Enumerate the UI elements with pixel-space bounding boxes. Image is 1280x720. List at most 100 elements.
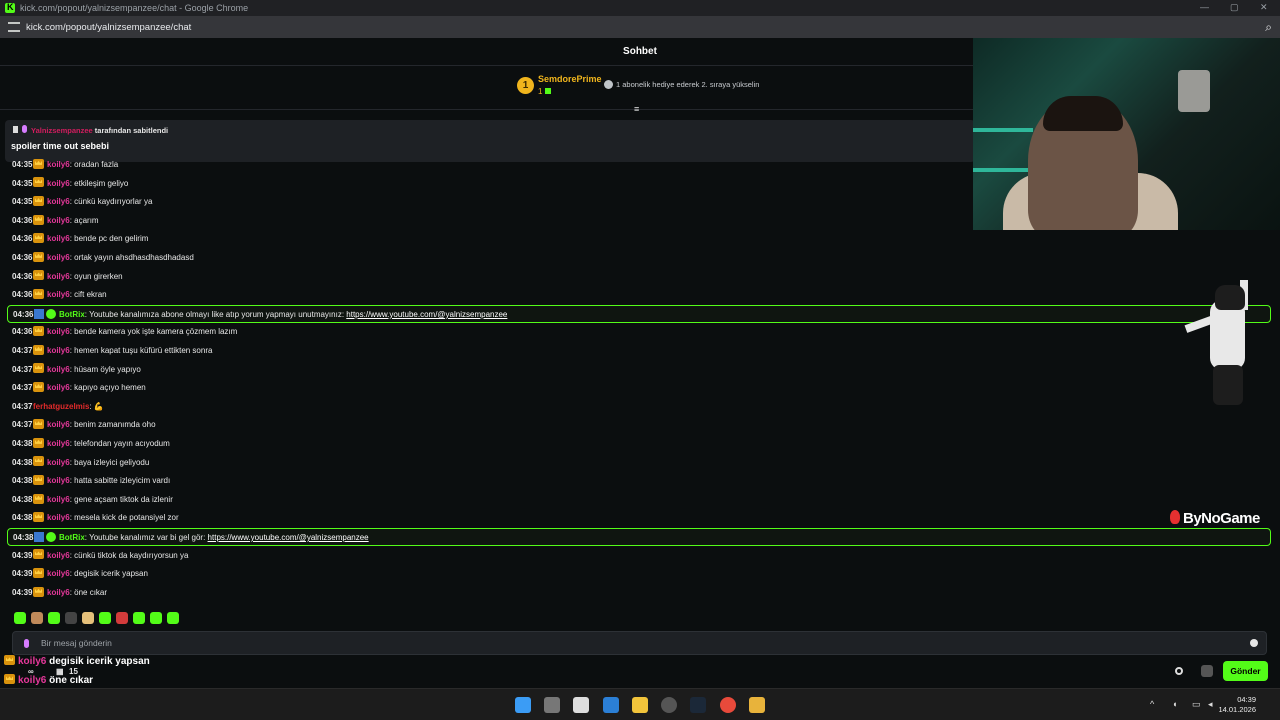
app-icon[interactable] <box>661 697 677 713</box>
emote-icon[interactable] <box>116 612 128 624</box>
microphone-icon[interactable]: ◖ <box>1172 699 1177 709</box>
message-body: koily6: hemen kapat tuşu küfürü ettikten… <box>33 342 212 360</box>
start-menu-icon[interactable] <box>515 697 531 713</box>
message-link[interactable]: https://www.youtube.com/@yalnizsempanzee <box>346 310 507 319</box>
message-username[interactable]: koily6 <box>47 272 70 281</box>
bynogame-watermark: ByNoGame <box>1170 510 1260 527</box>
message-username[interactable]: koily6 <box>47 420 70 429</box>
emote-icon[interactable] <box>31 612 43 624</box>
message-body: koily6: hüsam öyle yapıyo <box>33 361 141 379</box>
chat-message-row[interactable]: 04:37 koily6: kapıyo açıyo hemen <box>0 379 1280 397</box>
chat-message-row[interactable]: 04:39 koily6: degisik icerik yapsan <box>0 565 1280 583</box>
app-icon[interactable] <box>573 697 589 713</box>
chat-settings-icon[interactable] <box>1175 667 1183 675</box>
minimize-icon[interactable]: — <box>1200 2 1209 12</box>
chat-message-row[interactable]: 04:38 koily6: gene açsam tiktok da izleni… <box>0 491 1280 509</box>
message-username[interactable]: koily6 <box>47 365 70 374</box>
bot-message-row[interactable]: 04:36 BotRix: Youtube kanalımıza abone ol… <box>7 304 1271 324</box>
message-username[interactable]: BotRix <box>59 533 85 542</box>
message-username[interactable]: ferhatguzelmis <box>33 402 89 411</box>
chat-message-row[interactable]: 04:38 koily6: mesela kick de potansiyel z… <box>0 509 1280 527</box>
chat-message-row[interactable]: 04:38 koily6: baya izleyici geliyodu <box>0 454 1280 472</box>
chat-message-row[interactable]: 04:36 koily6: bende kamera yok işte kamer… <box>0 323 1280 341</box>
emote-icon[interactable] <box>82 612 94 624</box>
message-body: koily6: açarım <box>33 212 99 230</box>
message-username[interactable]: koily6 <box>47 197 70 206</box>
emote-icon[interactable] <box>48 612 60 624</box>
steam-icon[interactable] <box>690 697 706 713</box>
chat-input[interactable]: Bir mesaj gönderin <box>12 631 1267 655</box>
message-username[interactable]: koily6 <box>47 476 70 485</box>
message-username[interactable]: koily6 <box>47 495 70 504</box>
message-username[interactable]: koily6 <box>47 513 70 522</box>
subscriber-badge-icon <box>33 475 44 486</box>
app-icon[interactable] <box>603 697 619 713</box>
maximize-icon[interactable]: ▢ <box>1230 2 1239 13</box>
expand-chevron-icon[interactable]: ≡ <box>634 104 639 114</box>
zoom-icon[interactable]: ⌕ <box>1265 20 1272 35</box>
chat-message-row[interactable]: 04:36 koily6: cift ekran <box>0 286 1280 304</box>
chat-message-row[interactable]: 04:38 koily6: hatta sabitte izleyicim var… <box>0 472 1280 490</box>
emote-icon[interactable] <box>133 612 145 624</box>
bot-message-row[interactable]: 04:38 BotRix: Youtube kanalımız var bi ge… <box>7 528 1271 546</box>
message-username[interactable]: koily6 <box>47 439 70 448</box>
message-username[interactable]: koily6 <box>47 160 70 169</box>
emote-icon[interactable] <box>14 612 26 624</box>
message-username[interactable]: koily6 <box>47 234 70 243</box>
task-view-icon[interactable] <box>544 697 560 713</box>
message-username[interactable]: BotRix <box>59 310 85 319</box>
emote-bar[interactable] <box>14 612 179 626</box>
message-body: BotRix: Youtube kanalımıza abone olmayı … <box>34 306 507 324</box>
chat-message-row[interactable]: 04:39 koily6: cünkü tiktok da kaydırıyors… <box>0 547 1280 565</box>
pinned-by-user[interactable]: Yalnizsempanzee <box>31 126 93 135</box>
chat-message-row[interactable]: 04:39 koily6: öne cıkar <box>0 584 1280 602</box>
message-username[interactable]: koily6 <box>47 253 70 262</box>
subscriber-badge-icon <box>33 363 44 374</box>
app-icon[interactable] <box>749 697 765 713</box>
message-username[interactable]: koily6 <box>47 216 70 225</box>
emote-settings-icon[interactable] <box>1201 665 1213 677</box>
pinned-message[interactable]: Yalnizsempanzee tarafından sabitlendi sp… <box>5 120 975 162</box>
cat-legs <box>1213 365 1243 405</box>
message-username[interactable]: koily6 <box>47 179 70 188</box>
chat-message-row[interactable]: 04:37 koily6: benim zamanımda oho <box>0 416 1280 434</box>
message-time: 04:37 <box>12 383 33 393</box>
message-username[interactable]: koily6 <box>47 588 70 597</box>
emoji-picker-icon[interactable] <box>1250 639 1258 647</box>
gifter-name[interactable]: SemdorePrime <box>538 74 602 84</box>
emote-icon[interactable] <box>150 612 162 624</box>
chat-message-row[interactable]: 04:36 koily6: oyun girerken <box>0 268 1280 286</box>
send-button[interactable]: Gönder <box>1223 661 1268 681</box>
chat-message-row[interactable]: 04:37 koily6: hüsam öyle yapıyo <box>0 361 1280 379</box>
message-username[interactable]: koily6 <box>47 458 70 467</box>
chat-message-row[interactable]: 04:36 koily6: bende pc den gelirim <box>0 230 1280 248</box>
chrome-icon[interactable] <box>720 697 736 713</box>
close-icon[interactable]: ✕ <box>1260 2 1268 13</box>
chat-message-row[interactable]: 04:37 koily6: hemen kapat tuşu küfürü ett… <box>0 342 1280 360</box>
message-username[interactable]: koily6 <box>47 569 70 578</box>
emote-icon[interactable] <box>99 612 111 624</box>
message-username[interactable]: koily6 <box>47 327 70 336</box>
url-text[interactable]: kick.com/popout/yalnizsempanzee/chat <box>26 22 191 33</box>
site-settings-icon[interactable] <box>8 22 20 32</box>
chat-message-row[interactable]: 04:38 koily6: telefondan yayın acıyodum <box>0 435 1280 453</box>
emote-icon[interactable] <box>65 612 77 624</box>
tray-chevron-icon[interactable]: ^ <box>1150 699 1154 709</box>
message-username[interactable]: koily6 <box>47 290 70 299</box>
input-placeholder[interactable]: Bir mesaj gönderin <box>41 638 112 648</box>
volume-icon[interactable]: ◂ <box>1208 699 1213 710</box>
message-link[interactable]: https://www.youtube.com/@yalnizsempanzee <box>208 533 369 542</box>
file-explorer-icon[interactable] <box>632 697 648 713</box>
message-username[interactable]: koily6 <box>47 551 70 560</box>
system-clock[interactable]: 04:39 14.01.2026 <box>1218 695 1256 715</box>
emote-icon[interactable] <box>167 612 179 624</box>
chat-message-row[interactable]: 04:37 ferhatguzelmis: 💪 <box>0 398 1280 416</box>
message-username[interactable]: koily6 <box>47 383 70 392</box>
address-bar[interactable]: kick.com/popout/yalnizsempanzee/chat ⌕ <box>0 16 1280 38</box>
message-username[interactable]: koily6 <box>47 346 70 355</box>
message-text: açarım <box>74 215 99 225</box>
message-time: 04:39 <box>12 587 33 597</box>
network-icon[interactable]: ▭ <box>1192 699 1201 710</box>
message-body: ferhatguzelmis: 💪 <box>33 398 104 416</box>
chat-message-row[interactable]: 04:36 koily6: ortak yayın ahsdhasdhasdhad… <box>0 249 1280 267</box>
